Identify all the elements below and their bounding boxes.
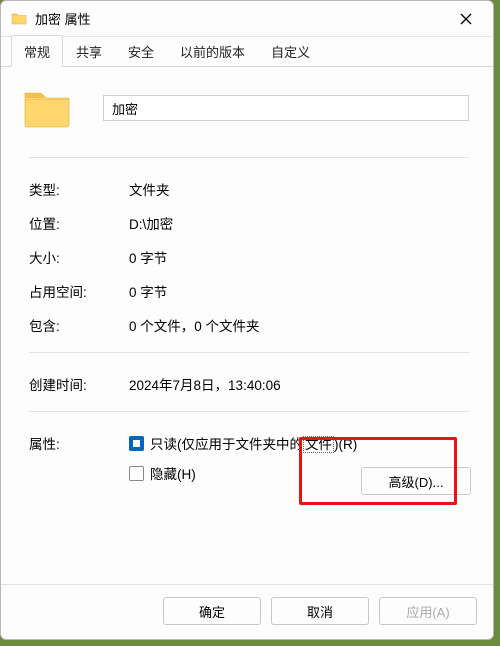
label-contains: 包含: — [29, 315, 129, 335]
tab-content-general: 类型: 文件夹 位置: D:\加密 大小: 0 字节 占用空间: 0 字节 包含… — [1, 67, 493, 584]
cancel-button[interactable]: 取消 — [271, 597, 369, 625]
label-location: 位置: — [29, 213, 129, 233]
value-type: 文件夹 — [129, 179, 469, 199]
ok-button[interactable]: 确定 — [163, 597, 261, 625]
header-row — [29, 87, 469, 129]
title-text: 加密 属性 — [35, 9, 91, 28]
separator — [29, 157, 469, 158]
value-location: D:\加密 — [129, 213, 469, 233]
row-size-on-disk: 占用空间: 0 字节 — [29, 274, 469, 308]
value-size-on-disk: 0 字节 — [129, 281, 469, 301]
tab-security[interactable]: 安全 — [115, 35, 167, 66]
label-created: 创建时间: — [29, 374, 129, 394]
row-size: 大小: 0 字节 — [29, 240, 469, 274]
row-created: 创建时间: 2024年7月8日，13:40:06 — [29, 367, 469, 401]
row-location: 位置: D:\加密 — [29, 206, 469, 240]
folder-small-icon — [11, 11, 27, 27]
properties-dialog: 加密 属性 常规 共享 安全 以前的版本 自定义 类型 — [0, 0, 494, 640]
separator — [29, 352, 469, 353]
tab-sharing[interactable]: 共享 — [63, 35, 115, 66]
tab-previous-versions[interactable]: 以前的版本 — [167, 35, 258, 66]
checkbox-indeterminate-icon — [129, 436, 144, 451]
folder-name-input[interactable] — [103, 95, 469, 121]
label-type: 类型: — [29, 179, 129, 199]
hidden-label: 隐藏(H) — [150, 463, 196, 483]
row-contains: 包含: 0 个文件，0 个文件夹 — [29, 308, 469, 342]
tab-general[interactable]: 常规 — [11, 35, 63, 67]
checkbox-empty-icon — [129, 466, 144, 481]
titlebar: 加密 属性 — [1, 1, 493, 37]
value-size: 0 字节 — [129, 247, 469, 267]
value-created: 2024年7月8日，13:40:06 — [129, 374, 469, 394]
close-button[interactable] — [443, 4, 489, 34]
close-icon — [460, 13, 472, 25]
label-size: 大小: — [29, 247, 129, 267]
advanced-button[interactable]: 高级(D)... — [361, 467, 471, 495]
tab-customize[interactable]: 自定义 — [258, 35, 323, 66]
dialog-footer: 确定 取消 应用(A) — [1, 584, 493, 639]
row-type: 类型: 文件夹 — [29, 172, 469, 206]
label-attributes: 属性: — [29, 433, 129, 453]
separator — [29, 411, 469, 412]
readonly-label: 只读(仅应用于文件夹中的文件)(R) — [150, 433, 357, 453]
label-size-on-disk: 占用空间: — [29, 281, 129, 301]
folder-large-icon — [23, 87, 71, 129]
tab-strip: 常规 共享 安全 以前的版本 自定义 — [1, 37, 493, 67]
value-contains: 0 个文件，0 个文件夹 — [129, 315, 469, 335]
checkbox-readonly[interactable]: 只读(仅应用于文件夹中的文件)(R) — [129, 433, 469, 453]
apply-button[interactable]: 应用(A) — [379, 597, 477, 625]
